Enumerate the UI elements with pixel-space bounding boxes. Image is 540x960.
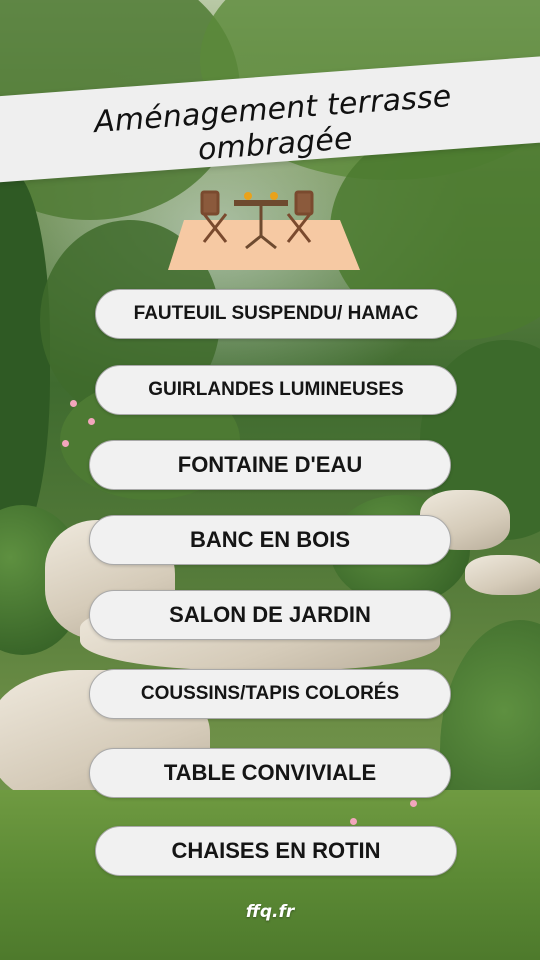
- list-item: FONTAINE D'EAU: [89, 440, 451, 490]
- list-item: COUSSINS/TAPIS COLORÉS: [89, 669, 451, 719]
- list-item: GUIRLANDES LUMINEUSES: [95, 365, 457, 415]
- terrace-table-icon: [168, 190, 360, 270]
- list-item: SALON DE JARDIN: [89, 590, 451, 640]
- list-item: BANC EN BOIS: [89, 515, 451, 565]
- list-item: FAUTEUIL SUSPENDU/ HAMAC: [95, 289, 457, 339]
- list-item: TABLE CONVIVIALE: [89, 748, 451, 798]
- brand-watermark: ffq.fr: [245, 902, 295, 922]
- list-item: CHAISES EN ROTIN: [95, 826, 457, 876]
